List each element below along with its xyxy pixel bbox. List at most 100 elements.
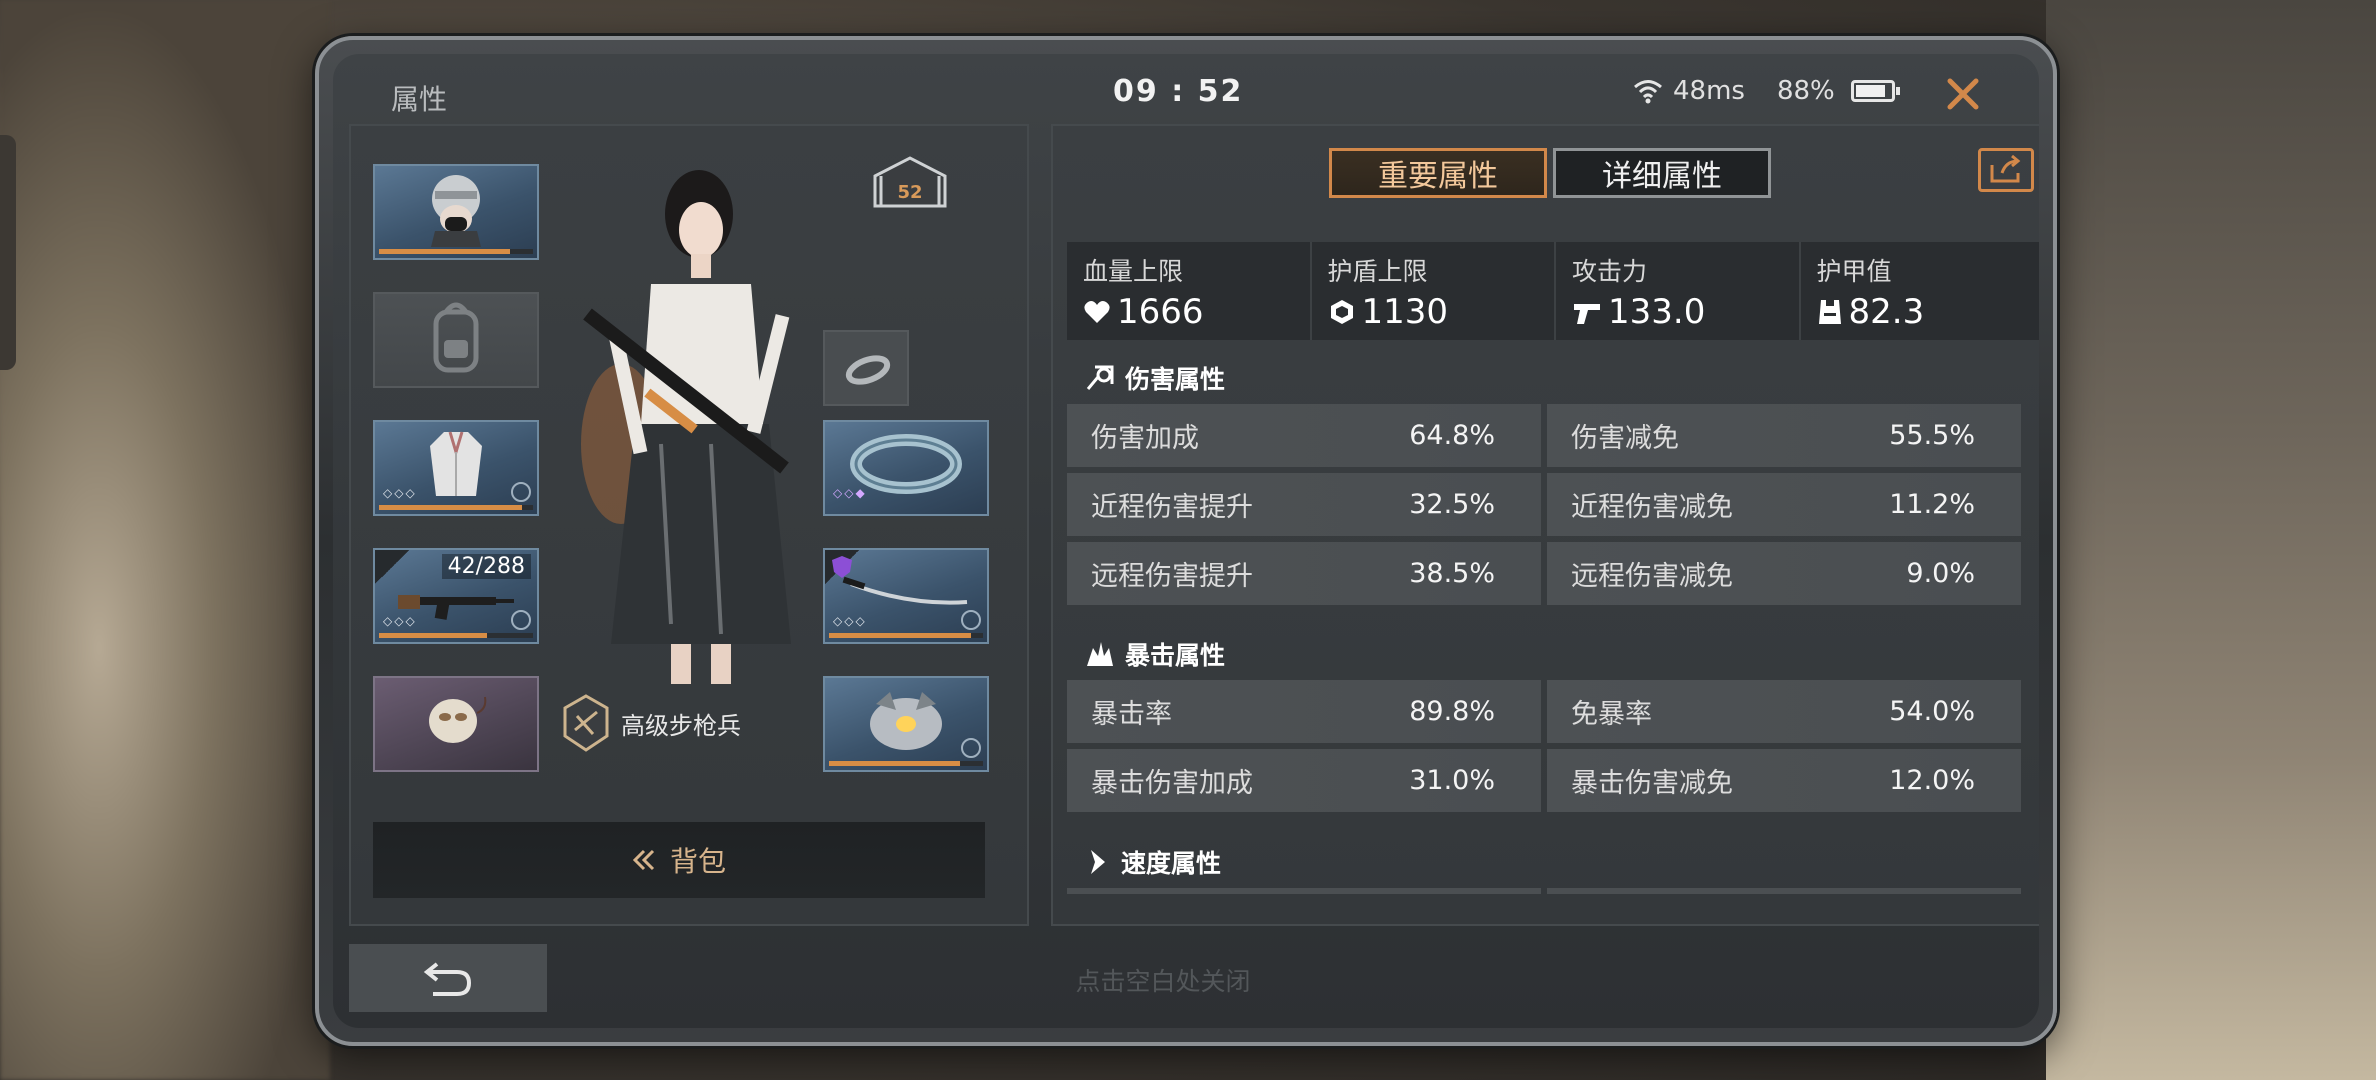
swap-icon [961,610,981,630]
tab-detailed[interactable]: 详细属性 [1553,148,1771,198]
backpack-button[interactable]: 背包 [373,822,985,898]
share-button[interactable] [1978,148,2034,192]
heart-icon [1084,301,1110,323]
helmet-slot[interactable] [373,164,539,260]
summary-value: 1130 [1361,292,1449,332]
summary-value-row: 133.0 [1572,292,1783,332]
durability-bar [379,505,533,510]
speed-section-title: 速度属性 [1121,849,1222,878]
jacket-icon [430,431,482,497]
summary-label: 护盾上限 [1327,257,1428,286]
clock: 09 : 52 [1113,74,1244,109]
rank-badge-icon [563,694,609,752]
stat-label: 远程伤害提升 [1091,561,1253,592]
background-edge [0,135,16,370]
close-hint[interactable]: 点击空白处关闭 [813,962,1513,998]
stat-row: 暴击伤害减免 12.0% [1547,749,2021,812]
stat-row: 伤害减免 55.5% [1547,404,2021,467]
durability-fill [379,633,487,638]
rifle-slot[interactable]: 42/288 ◇◇◇ [373,548,539,644]
durability-fill [829,761,960,766]
stat-row: 远程伤害提升 38.5% [1067,542,1541,605]
rarity-stars: ◇◇◇ [383,486,417,500]
stat-label: 免暴率 [1571,699,1652,730]
backpack-label: 背包 [669,845,726,878]
swap-icon [511,482,531,502]
background-right [2046,0,2376,1080]
summary-label: 攻击力 [1572,257,1648,286]
back-button[interactable] [349,944,547,1012]
stat-row: 免暴率 54.0% [1547,680,2021,743]
stat-value: 11.2% [1889,489,1975,520]
durability-bar [379,249,533,254]
summary-value: 133.0 [1608,292,1706,332]
ring-icon [845,355,891,385]
pet-slot[interactable] [823,676,989,772]
stat-label: 暴击伤害加成 [1091,768,1253,799]
close-button[interactable] [1937,68,1989,120]
stat-row: 近程伤害减免 11.2% [1547,473,2021,536]
durability-fill [829,633,971,638]
window-title: 属性 [391,83,448,116]
stat-value: 32.5% [1409,489,1495,520]
attributes-panel: 重要属性 详细属性 血量上限 1666 护盾上限 1130 攻击力 133.0 … [1051,124,2039,926]
stat-row: 暴击伤害加成 31.0% [1067,749,1541,812]
stat-label: 伤害减免 [1571,423,1679,454]
gun-icon [1574,304,1600,324]
mask-slot[interactable] [373,676,539,772]
summary-value-row: 1130 [1328,292,1539,332]
backpack-slot[interactable] [373,292,539,388]
battery-percent: 88% [1776,76,1835,106]
rarity-stars: ◇◇◆ [833,486,867,500]
stat-value: 31.0% [1409,765,1495,796]
stat-row: 伤害加成 64.8% [1067,404,1541,467]
stat-value: 12.0% [1889,765,1975,796]
close-icon [1947,78,1979,110]
shield-icon [1330,300,1353,324]
summary-label: 护甲值 [1816,257,1892,286]
bracelet-slot[interactable]: ◇◇◆ [823,420,989,516]
level-badge: 52 [871,154,949,210]
swap-icon [511,610,531,630]
crit-icon [1087,642,1113,666]
crit-stats: 暴击率 89.8% 免暴率 54.0% 暴击伤害加成 31.0% 暴击伤害减免 12.0… [1067,680,2021,812]
stat-row: 远程伤害减免 9.0% [1547,542,2021,605]
crit-section-header: 暴击属性 [1085,636,1225,672]
lock-icon [511,226,531,246]
stat-label: 伤害加成 [1091,423,1199,454]
speed-stats [1067,888,2021,894]
stat-row: 暴击率 89.8% [1067,680,1541,743]
tab-important[interactable]: 重要属性 [1329,148,1547,198]
stat-value: 54.0% [1889,696,1975,727]
crit-section-title: 暴击属性 [1125,641,1226,670]
ring-slot[interactable] [823,330,909,406]
melee-slot[interactable]: ◇◇◇ [823,548,989,644]
share-icon [1990,155,2021,183]
damage-icon [1086,365,1114,390]
stat-label: 暴击率 [1091,699,1172,730]
summary-attack: 攻击力 133.0 [1556,242,1801,340]
summary-value-row: 82.3 [1817,292,2028,332]
status-bar: 48ms 88% [1633,76,1900,106]
summary-armor: 护甲值 82.3 [1801,242,2040,340]
damage-section-header: 伤害属性 [1085,360,1225,396]
speed-icon [1091,850,1105,874]
durability-fill [379,505,523,510]
double-chevron-left-icon [632,849,655,871]
weapon-type-icon [375,550,409,584]
character-model [581,170,791,684]
attribute-tabs: 重要属性 详细属性 [1329,148,1771,198]
armor-slot[interactable]: ◇◇◇ [373,420,539,516]
background-left [0,0,330,1080]
stat-label: 远程伤害减免 [1571,561,1733,592]
rank-info: 高级步枪兵 [561,694,741,752]
stat-row [1547,888,2021,894]
stat-label: 近程伤害减免 [1571,492,1733,523]
helmet-icon [431,175,481,248]
damage-section-title: 伤害属性 [1125,365,1226,394]
stat-value: 89.8% [1409,696,1495,727]
summary-value: 82.3 [1848,292,1925,332]
summary-value: 1666 [1117,292,1204,332]
mask-icon [429,697,487,744]
stat-row: 近程伤害提升 32.5% [1067,473,1541,536]
